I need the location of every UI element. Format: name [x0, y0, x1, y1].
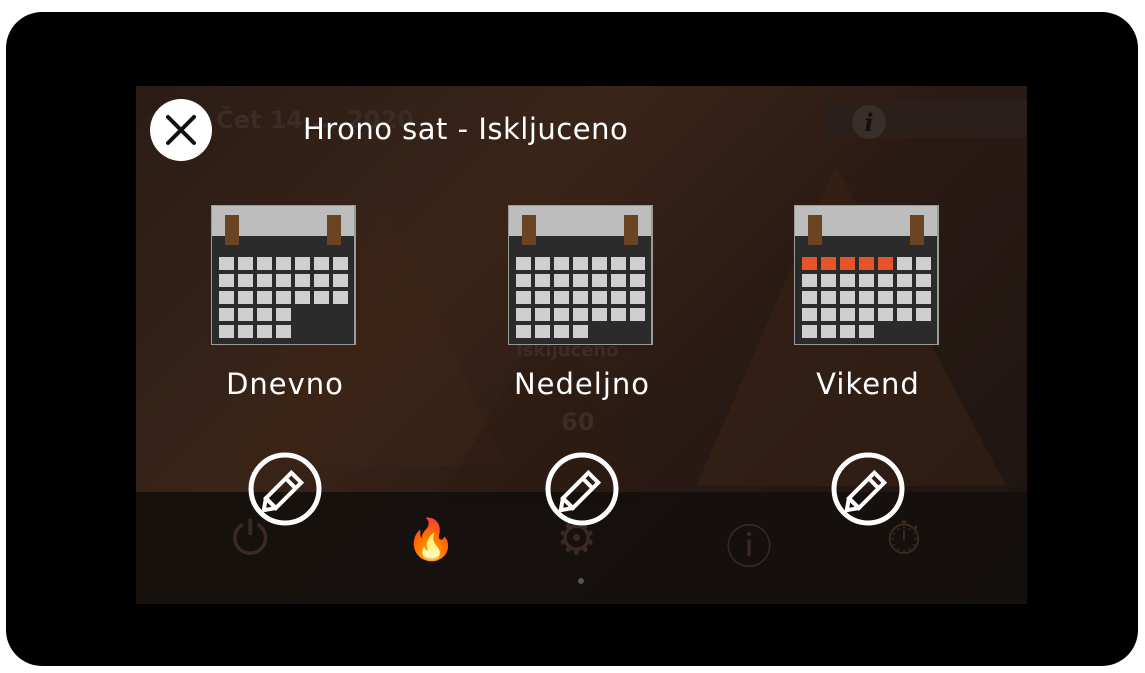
svg-text:i: i	[864, 108, 873, 137]
calendar-weekend-icon	[794, 205, 939, 345]
calendar-daily-icon	[211, 205, 356, 345]
close-icon	[166, 115, 196, 145]
info-circle-icon: ⓘ	[726, 520, 772, 574]
flame-icon: 🔥	[406, 517, 456, 563]
calendar-weekly-icon	[508, 205, 653, 345]
pencil-icon[interactable]	[544, 451, 620, 527]
option-label: Vikend	[816, 367, 920, 401]
option-nedeljno[interactable]: Nedeljno	[482, 205, 682, 527]
pencil-icon[interactable]	[830, 451, 906, 527]
pencil-icon[interactable]	[247, 451, 323, 527]
option-label: Nedeljno	[513, 367, 651, 401]
page-indicator-dot	[578, 578, 584, 584]
option-label: Dnevno	[226, 367, 344, 401]
option-dnevno[interactable]: Dnevno	[185, 205, 385, 527]
info-icon: i	[852, 105, 886, 139]
option-vikend[interactable]: Vikend	[768, 205, 968, 527]
close-button[interactable]	[150, 99, 212, 161]
page-title: Hrono sat - Iskljuceno	[303, 112, 629, 146]
